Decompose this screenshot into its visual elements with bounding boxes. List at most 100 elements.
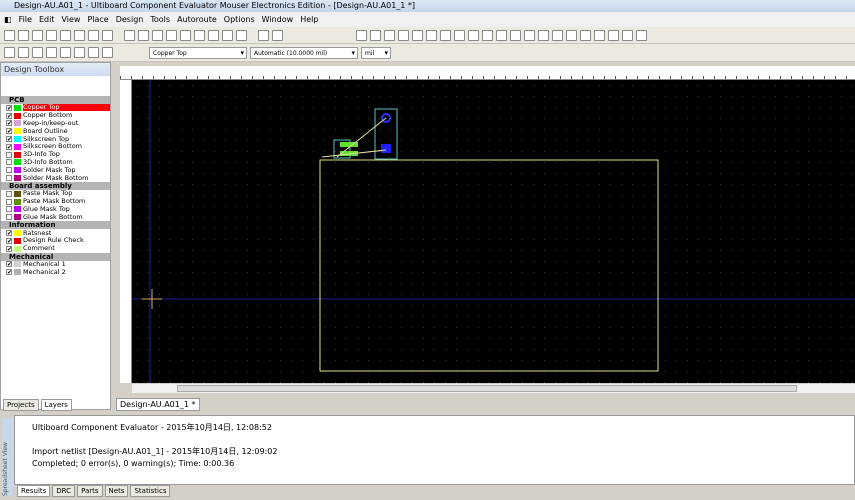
toolbar-button-icon[interactable]: [384, 29, 395, 41]
layer-visibility-checkbox[interactable]: [6, 190, 12, 197]
layer-visibility-checkbox[interactable]: [6, 159, 12, 166]
toolbar-button-icon[interactable]: [412, 29, 423, 41]
toolbar-button-icon[interactable]: [222, 29, 233, 41]
layer-color-swatch[interactable]: [14, 143, 21, 150]
layer-color-swatch[interactable]: [14, 230, 21, 237]
toolbar-button-icon[interactable]: [166, 29, 177, 41]
toolbar-button-icon[interactable]: [426, 29, 437, 41]
toolbar-button-icon[interactable]: [566, 29, 577, 41]
layer-visibility-checkbox[interactable]: [6, 151, 12, 158]
toolbar-button-icon[interactable]: [46, 29, 57, 41]
layer-visibility-checkbox[interactable]: ✔: [6, 112, 12, 119]
menu-window[interactable]: Window: [262, 15, 294, 24]
layer-visibility-checkbox[interactable]: ✔: [6, 143, 12, 150]
layer-visibility-checkbox[interactable]: [6, 175, 12, 182]
menu-file[interactable]: File: [19, 15, 32, 24]
layer-row[interactable]: Solder Mask Top: [1, 166, 110, 174]
select-filter-icon[interactable]: [4, 47, 15, 58]
menu-tools[interactable]: Tools: [150, 15, 170, 24]
select-filter-icon[interactable]: [74, 47, 85, 58]
layer-color-swatch[interactable]: [14, 237, 21, 244]
toolbar-button-icon[interactable]: [370, 29, 381, 41]
toolbar-button-icon[interactable]: [622, 29, 633, 41]
toolbar-button-icon[interactable]: [180, 29, 191, 41]
layer-visibility-checkbox[interactable]: ✔: [6, 245, 12, 252]
layer-color-swatch[interactable]: [14, 159, 21, 166]
toolbar-button-icon[interactable]: [88, 29, 99, 41]
toolbar-button-icon[interactable]: [102, 29, 113, 41]
toolbar-button-icon[interactable]: [552, 29, 563, 41]
layer-visibility-checkbox[interactable]: ✔: [6, 120, 12, 127]
layer-visibility-checkbox[interactable]: ✔: [6, 269, 12, 276]
toolbar-button-icon[interactable]: [258, 29, 269, 41]
layer-visibility-checkbox[interactable]: ✔: [6, 230, 12, 237]
menu-edit[interactable]: Edit: [39, 15, 55, 24]
layer-visibility-checkbox[interactable]: ✔: [6, 237, 12, 244]
select-filter-icon[interactable]: [88, 47, 99, 58]
layer-row[interactable]: ✔ Mechanical 2: [1, 268, 110, 276]
tab-projects[interactable]: Projects: [3, 399, 39, 411]
layer-visibility-checkbox[interactable]: [6, 167, 12, 174]
toolbar-button-icon[interactable]: [454, 29, 465, 41]
toolbar-button-icon[interactable]: [440, 29, 451, 41]
layer-visibility-checkbox[interactable]: ✔: [6, 128, 12, 135]
layer-color-swatch[interactable]: [14, 136, 21, 143]
menu-help[interactable]: Help: [300, 15, 318, 24]
tab-nets[interactable]: Nets: [104, 485, 129, 497]
tab-results[interactable]: Results: [17, 485, 51, 497]
toolbar-button-icon[interactable]: [538, 29, 549, 41]
layer-color-swatch[interactable]: [14, 214, 21, 221]
select-filter-icon[interactable]: [18, 47, 29, 58]
menu-view[interactable]: View: [61, 15, 80, 24]
tab-statistics[interactable]: Statistics: [130, 485, 171, 497]
toolbar-button-icon[interactable]: [468, 29, 479, 41]
toolbar-button-icon[interactable]: [32, 29, 43, 41]
layer-color-swatch[interactable]: [14, 120, 21, 127]
layer-row[interactable]: ✔ Comment: [1, 245, 110, 253]
toolbar-button-icon[interactable]: [510, 29, 521, 41]
toolbar-button-icon[interactable]: [482, 29, 493, 41]
toolbar-button-icon[interactable]: [636, 29, 647, 41]
toolbar-button-icon[interactable]: [272, 29, 283, 41]
layer-visibility-checkbox[interactable]: [6, 206, 12, 213]
layer-row[interactable]: Glue Mask Bottom: [1, 213, 110, 221]
layer-color-swatch[interactable]: [14, 269, 21, 276]
menu-options[interactable]: Options: [224, 15, 255, 24]
menu-autoroute[interactable]: Autoroute: [177, 15, 217, 24]
layer-color-swatch[interactable]: [14, 245, 21, 252]
toolbar-button-icon[interactable]: [4, 29, 15, 41]
layer-color-swatch[interactable]: [14, 206, 21, 213]
layer-group-header[interactable]: Information: [1, 221, 110, 230]
toolbar-button-icon[interactable]: [580, 29, 591, 41]
layer-visibility-checkbox[interactable]: [6, 198, 12, 205]
layer-visibility-checkbox[interactable]: ✔: [6, 261, 12, 268]
unit-select[interactable]: mil: [361, 46, 391, 59]
select-filter-icon[interactable]: [60, 47, 71, 58]
layer-visibility-checkbox[interactable]: ✔: [6, 104, 12, 111]
toolbar-button-icon[interactable]: [138, 29, 149, 41]
toolbar-button-icon[interactable]: [524, 29, 535, 41]
layer-visibility-checkbox[interactable]: ✔: [6, 136, 12, 143]
toolbar-button-icon[interactable]: [60, 29, 71, 41]
layer-color-swatch[interactable]: [14, 190, 21, 197]
toolbar-button-icon[interactable]: [124, 29, 135, 41]
layer-color-swatch[interactable]: [14, 175, 21, 182]
grid-select[interactable]: Automatic (10.0000 mil): [250, 46, 358, 59]
layer-row[interactable]: ✔ Design Rule Check: [1, 237, 110, 245]
layer-row[interactable]: Solder Mask Bottom: [1, 174, 110, 182]
select-filter-icon[interactable]: [46, 47, 57, 58]
toolbar-button-icon[interactable]: [356, 29, 367, 41]
menu-place[interactable]: Place: [87, 15, 108, 24]
toolbar-button-icon[interactable]: [74, 29, 85, 41]
select-filter-icon[interactable]: [32, 47, 43, 58]
toolbar-button-icon[interactable]: [18, 29, 29, 41]
layer-select[interactable]: Copper Top: [149, 46, 247, 59]
tab-drc[interactable]: DRC: [52, 485, 76, 497]
toolbar-button-icon[interactable]: [152, 29, 163, 41]
toolbar-button-icon[interactable]: [398, 29, 409, 41]
tab-parts[interactable]: Parts: [77, 485, 103, 497]
toolbar-button-icon[interactable]: [496, 29, 507, 41]
select-filter-icon[interactable]: [102, 47, 113, 58]
toolbar-button-icon[interactable]: [236, 29, 247, 41]
layer-color-swatch[interactable]: [14, 167, 21, 174]
